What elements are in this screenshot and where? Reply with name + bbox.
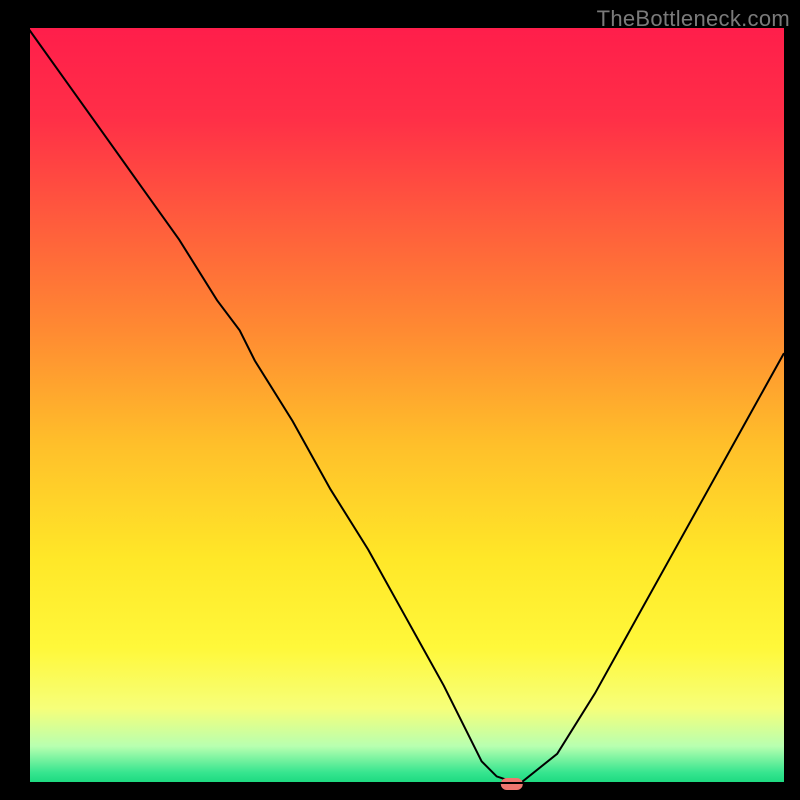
bottleneck-chart — [28, 28, 784, 784]
optimal-marker — [501, 778, 523, 790]
watermark-text: TheBottleneck.com — [597, 6, 790, 32]
y-axis-line — [28, 28, 30, 784]
x-axis-line — [28, 782, 784, 784]
chart-container: TheBottleneck.com — [0, 0, 800, 800]
chart-background — [28, 28, 784, 784]
